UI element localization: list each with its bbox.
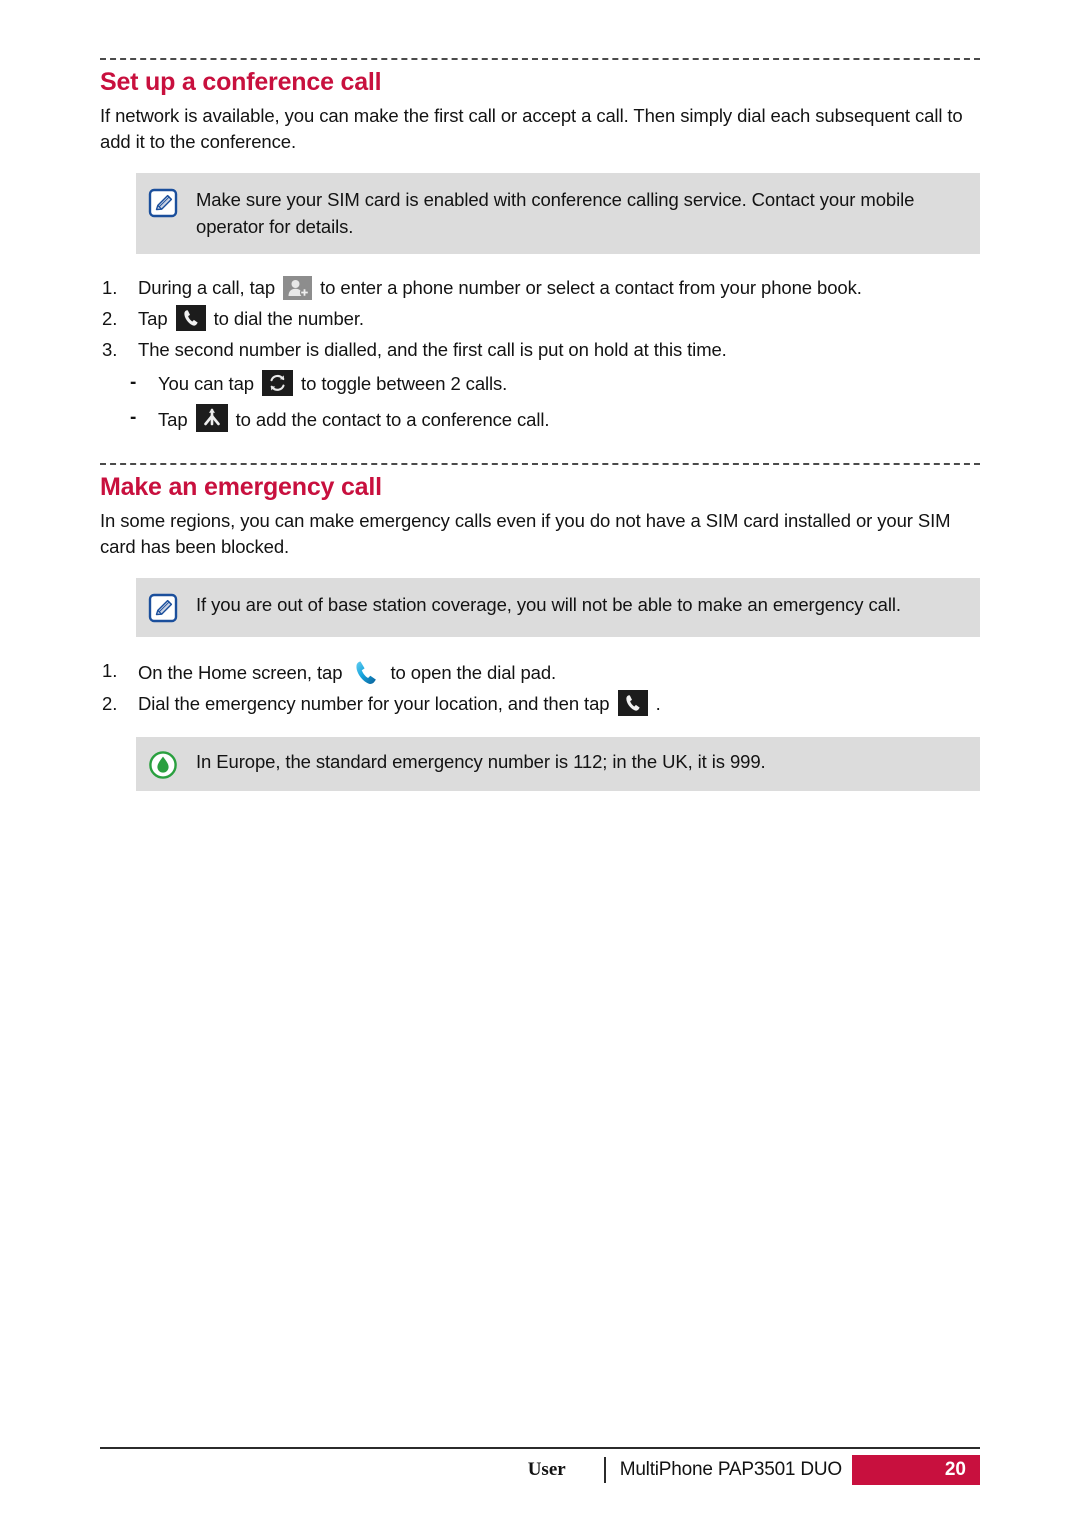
list-item: 1. On the Home screen, tap to open the d… — [100, 657, 980, 687]
step-number: 3. — [102, 339, 118, 361]
section-divider-1 — [100, 58, 980, 60]
call-dial-icon[interactable] — [175, 304, 206, 331]
list-item: - Tap to add the contact to a conference… — [100, 404, 980, 435]
footer-divider — [100, 1447, 980, 1449]
footer-model-name: MultiPhone PAP3501 DUO — [619, 1459, 843, 1480]
list-item: 1. During a call, tap to enter a phone n… — [100, 274, 980, 302]
step-text-after: to enter a phone number or select a cont… — [320, 276, 862, 298]
merge-calls-icon[interactable] — [195, 404, 228, 433]
step-text-before: During a call, tap — [138, 276, 276, 298]
step-text-after: to dial the number. — [213, 307, 364, 329]
call-dial-icon[interactable] — [617, 690, 648, 717]
blue-phone-icon[interactable] — [350, 657, 382, 687]
steps-list-emergency: 1. On the Home screen, tap to open the d… — [100, 657, 980, 718]
steps-list-conference: 1. During a call, tap to enter a phone n… — [100, 274, 980, 364]
section-divider-2 — [100, 463, 980, 466]
bullet-dash: - — [130, 372, 137, 394]
intro-paragraph-emergency: In some regions, you can make emergency … — [100, 509, 951, 558]
intro-paragraph-conference: If network is available, you can make th… — [100, 104, 963, 153]
note-pencil-icon — [148, 188, 178, 218]
list-item: 3. The second number is dialled, and the… — [100, 336, 980, 364]
substeps-list-conference: - You can tap to toggle between 2 calls.… — [100, 369, 980, 435]
list-item: 2. Tap to dial the number. — [100, 304, 980, 333]
note-callout-emergency: If you are out of base station coverage,… — [136, 578, 980, 638]
page-title-emergency: Make an emergency call — [100, 473, 382, 502]
step-text-after: . — [655, 693, 661, 715]
step-number: 1. — [102, 276, 118, 298]
page-content: Set up a conference call If network is a… — [100, 58, 980, 791]
substep-text-before: Tap — [158, 409, 188, 431]
substep-text-after: to toggle between 2 calls. — [301, 373, 508, 395]
tip-text-emergency: In Europe, the standard emergency number… — [196, 750, 766, 772]
footer-page-number: 20 — [852, 1455, 980, 1485]
list-item: - You can tap to toggle between 2 calls. — [100, 369, 980, 399]
step-number: 2. — [102, 307, 118, 329]
footer-separator — [603, 1457, 606, 1483]
add-contact-icon[interactable] — [283, 275, 313, 300]
note-callout-conference: Make sure your SIM card is enabled with … — [136, 173, 980, 254]
tip-callout-emergency: In Europe, the standard emergency number… — [136, 736, 980, 791]
step-text-before: Tap — [138, 307, 168, 329]
substep-text-before: You can tap — [158, 373, 254, 395]
step-text-before: On the Home screen, tap — [138, 662, 343, 684]
step-number: 2. — [102, 693, 118, 715]
note-text-emergency: If you are out of base station coverage,… — [196, 594, 901, 616]
step-text-after: to open the dial pad. — [390, 662, 557, 684]
bullet-dash: - — [130, 407, 137, 429]
tip-droplet-icon — [148, 750, 178, 780]
footer-row: User MultiPhone PAP3501 DUO 20 — [100, 1455, 980, 1485]
page-title-conference: Set up a conference call — [100, 68, 382, 96]
note-pencil-icon — [148, 593, 178, 623]
step-text-before: Dial the emergency number for your locat… — [138, 693, 610, 715]
note-text-conference: Make sure your SIM card is enabled with … — [196, 189, 915, 237]
step-number: 1. — [102, 660, 118, 682]
list-item: 2. Dial the emergency number for your lo… — [100, 690, 980, 718]
page-footer: User MultiPhone PAP3501 DUO 20 — [100, 1447, 980, 1485]
footer-user-label: User — [527, 1459, 566, 1480]
document-page: Set up a conference call If network is a… — [0, 0, 1080, 1527]
swap-calls-icon[interactable] — [262, 370, 293, 397]
step-text-before: The second number is dialled, and the fi… — [138, 339, 727, 361]
substep-text-after: to add the contact to a conference call. — [235, 409, 550, 431]
